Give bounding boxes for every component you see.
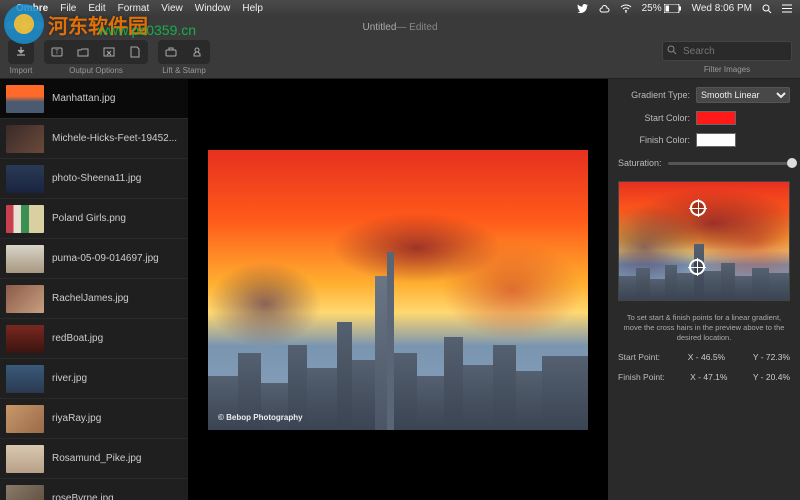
file-row[interactable]: roseByrne.jpg	[0, 479, 188, 500]
saturation-label: Saturation:	[618, 158, 662, 168]
gradient-type-label: Gradient Type:	[618, 90, 690, 100]
file-row[interactable]: redBoat.jpg	[0, 319, 188, 359]
start-color-label: Start Color:	[618, 113, 690, 123]
import-label: Import	[10, 66, 33, 75]
file-row[interactable]: river.jpg	[0, 359, 188, 399]
gradient-preview[interactable]	[618, 181, 790, 301]
menu-help[interactable]: Help	[242, 3, 263, 14]
import-button[interactable]	[8, 40, 34, 64]
zoom-button[interactable]	[34, 21, 43, 30]
image-canvas[interactable]: © Bebop Photography	[188, 79, 608, 500]
menu-edit[interactable]: Edit	[88, 3, 105, 14]
saturation-slider[interactable]	[668, 162, 797, 165]
battery-percent: 25%	[642, 3, 662, 14]
file-thumbnail	[6, 445, 44, 473]
file-name: photo-Sheena11.jpg	[52, 173, 141, 184]
start-point-y: Y - 72.3%	[753, 352, 790, 362]
menu-format[interactable]: Format	[118, 3, 150, 14]
toolbar: Import T Output Options Lift & Stamp Fil…	[0, 37, 800, 79]
gradient-type-select[interactable]: Smooth Linear	[696, 87, 790, 103]
window-titlebar: Untitled — Edited	[0, 17, 800, 37]
svg-text:T: T	[55, 50, 59, 56]
file-thumbnail	[6, 245, 44, 273]
search-icon	[667, 45, 677, 55]
minimize-button[interactable]	[20, 21, 29, 30]
file-thumbnail	[6, 485, 44, 500]
menu-window[interactable]: Window	[195, 3, 231, 14]
output-folder-button[interactable]	[70, 40, 96, 64]
file-thumbnail	[6, 405, 44, 433]
stamp-button[interactable]	[184, 40, 210, 64]
file-thumbnail	[6, 365, 44, 393]
start-point-x: X - 46.5%	[688, 352, 725, 362]
edited-indicator: — Edited	[396, 22, 437, 33]
filter-images-label: Filter Images	[704, 65, 750, 74]
gradient-help-text: To set start & finish points for a linea…	[618, 313, 790, 342]
file-row[interactable]: puma-05-09-014697.jpg	[0, 239, 188, 279]
file-row[interactable]: Manhattan.jpg	[0, 79, 188, 119]
notification-center-icon[interactable]	[782, 4, 792, 13]
battery-status[interactable]: 25%	[642, 3, 682, 14]
file-row[interactable]: Michele-Hicks-Feet-19452...	[0, 119, 188, 159]
file-name: redBoat.jpg	[52, 333, 103, 344]
lift-stamp-label: Lift & Stamp	[162, 66, 206, 75]
macos-menubar: Ombre File Edit Format View Window Help …	[0, 0, 800, 17]
output-size-button[interactable]	[96, 40, 122, 64]
finish-color-label: Finish Color:	[618, 135, 690, 145]
app-menu[interactable]: Ombre	[16, 3, 48, 14]
file-thumbnail	[6, 285, 44, 313]
wifi-icon[interactable]	[620, 4, 632, 13]
file-row[interactable]: riyaRay.jpg	[0, 399, 188, 439]
output-label: Output Options	[69, 66, 123, 75]
search-input[interactable]	[662, 41, 792, 61]
file-name: roseByrne.jpg	[52, 493, 114, 500]
file-thumbnail	[6, 165, 44, 193]
menu-view[interactable]: View	[161, 3, 183, 14]
file-row[interactable]: photo-Sheena11.jpg	[0, 159, 188, 199]
output-rename-button[interactable]: T	[44, 40, 70, 64]
file-name: Rosamund_Pike.jpg	[52, 453, 142, 464]
file-thumbnail	[6, 205, 44, 233]
file-thumbnail	[6, 325, 44, 353]
file-name: puma-05-09-014697.jpg	[52, 253, 159, 264]
file-row[interactable]: Poland Girls.png	[0, 199, 188, 239]
file-name: riyaRay.jpg	[52, 413, 101, 424]
lift-button[interactable]	[158, 40, 184, 64]
file-name: Poland Girls.png	[52, 213, 126, 224]
file-thumbnail	[6, 85, 44, 113]
spotlight-icon[interactable]	[762, 4, 772, 14]
finish-point-label: Finish Point:	[618, 372, 665, 382]
start-color-swatch[interactable]	[696, 111, 736, 125]
inspector-panel: Gradient Type: Smooth Linear Start Color…	[608, 79, 800, 500]
file-sidebar: Manhattan.jpg Michele-Hicks-Feet-19452...…	[0, 79, 188, 500]
finish-color-swatch[interactable]	[696, 133, 736, 147]
file-name: Michele-Hicks-Feet-19452...	[52, 133, 177, 144]
finish-point-y: Y - 20.4%	[753, 372, 790, 382]
clock[interactable]: Wed 8:06 PM	[692, 3, 752, 14]
finish-point-x: X - 47.1%	[690, 372, 727, 382]
twitter-icon[interactable]	[577, 4, 588, 13]
photo-credit: © Bebop Photography	[218, 413, 303, 422]
file-name: RachelJames.jpg	[52, 293, 129, 304]
window-title: Untitled	[362, 22, 396, 33]
start-point-label: Start Point:	[618, 352, 660, 362]
start-point-crosshair[interactable]	[689, 259, 705, 275]
file-row[interactable]: Rosamund_Pike.jpg	[0, 439, 188, 479]
cloud-icon[interactable]	[598, 5, 610, 13]
output-format-button[interactable]	[122, 40, 148, 64]
file-thumbnail	[6, 125, 44, 153]
finish-point-crosshair[interactable]	[690, 200, 706, 216]
main-photo: © Bebop Photography	[208, 150, 588, 430]
file-row[interactable]: RachelJames.jpg	[0, 279, 188, 319]
close-button[interactable]	[6, 21, 15, 30]
file-name: Manhattan.jpg	[52, 93, 115, 104]
menu-file[interactable]: File	[60, 3, 76, 14]
traffic-lights	[6, 21, 43, 30]
file-name: river.jpg	[52, 373, 87, 384]
